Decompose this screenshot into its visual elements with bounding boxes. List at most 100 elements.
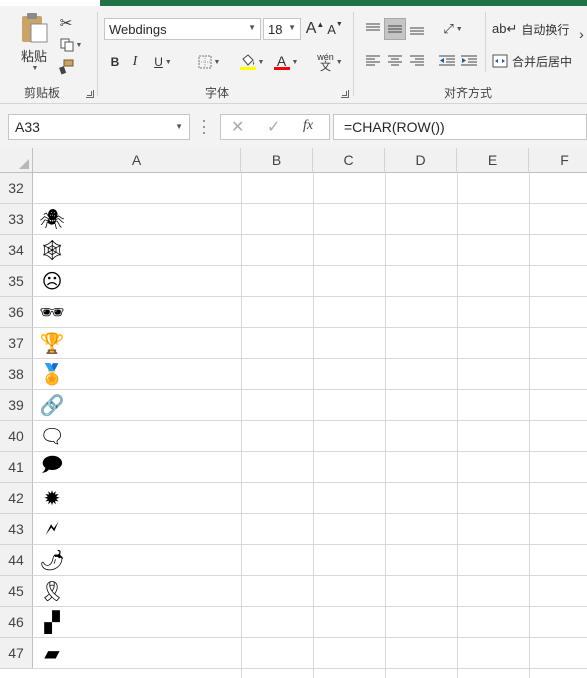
column-gridline <box>313 173 314 678</box>
column-header-f[interactable]: F <box>529 148 587 173</box>
row-header[interactable]: 32 <box>0 173 33 204</box>
decrease-indent-button[interactable] <box>436 50 458 72</box>
row-header[interactable]: 44 <box>0 545 33 576</box>
phonetic-button[interactable]: wén 文 ▼ <box>314 50 346 74</box>
formula-buttons: ✕ ✓ fx <box>220 114 330 140</box>
webdings-glyph-cell: 🎗 <box>39 580 65 603</box>
grow-font-button[interactable]: A ▲ <box>306 19 325 39</box>
italic-button[interactable]: I <box>126 51 144 73</box>
row-header[interactable]: 35 <box>0 266 33 297</box>
webdings-glyph-cell: 🗲 <box>45 517 59 540</box>
table-row[interactable] <box>33 514 587 545</box>
webdings-glyph-cell: 🌶 <box>39 549 65 572</box>
orientation-button[interactable]: ⤢ ▼ <box>438 18 468 40</box>
column-header-d[interactable]: D <box>385 148 457 173</box>
divider <box>353 12 354 96</box>
column-header-a[interactable]: A <box>33 148 241 173</box>
webdings-glyph-cell: 🕷 <box>39 208 65 231</box>
borders-button[interactable]: ▼ <box>194 51 224 73</box>
borders-icon <box>198 55 212 69</box>
wrap-text-button[interactable]: ab↵ 自动换行 <box>492 18 572 40</box>
webdings-glyph-cell: ▞ <box>44 611 60 634</box>
clipboard-launcher-icon[interactable] <box>86 90 94 98</box>
shrink-font-button[interactable]: A ▼ <box>326 19 344 39</box>
enter-icon[interactable]: ✓ <box>267 117 280 137</box>
table-row[interactable] <box>33 266 587 297</box>
table-row[interactable] <box>33 235 587 266</box>
chevron-down-icon: ▼ <box>335 58 343 66</box>
webdings-glyph-cell: 🏆 <box>39 332 65 355</box>
name-box[interactable]: A33 ▼ <box>8 114 190 140</box>
font-size-value: 18 <box>268 21 283 37</box>
select-all-button[interactable] <box>0 148 33 173</box>
column-header-c[interactable]: C <box>313 148 385 173</box>
table-row[interactable] <box>33 390 587 421</box>
font-name-combo[interactable]: Webdings ▼ <box>104 18 261 40</box>
row-header[interactable]: 38 <box>0 359 33 390</box>
row-header[interactable]: 40 <box>0 421 33 452</box>
row-header[interactable]: 47 <box>0 638 33 669</box>
table-row[interactable] <box>33 483 587 514</box>
format-painter-button[interactable] <box>56 58 76 76</box>
chevron-down-icon: ▼ <box>257 58 265 66</box>
column-gridline <box>241 173 242 678</box>
merge-center-button[interactable]: 合并后居中 <box>492 50 587 72</box>
table-row[interactable] <box>33 328 587 359</box>
align-bottom-button[interactable] <box>406 18 428 40</box>
cancel-icon[interactable]: ✕ <box>231 117 244 137</box>
column-header-e[interactable]: E <box>457 148 529 173</box>
ribbon-scroll-right-button[interactable]: › <box>576 26 587 42</box>
formula-bar: A33 ▼ ✕ ✓ fx =CHAR(ROW()) <box>0 104 587 148</box>
underline-button[interactable]: U ▼ <box>146 51 180 73</box>
row-header[interactable]: 45 <box>0 576 33 607</box>
clipboard-group-label: 剪贴板 <box>24 86 61 100</box>
paste-button[interactable]: 粘贴 ▼ <box>14 12 54 82</box>
copy-button[interactable]: ▼ <box>56 36 86 54</box>
row-header[interactable]: 43 <box>0 514 33 545</box>
row-header[interactable]: 34 <box>0 235 33 266</box>
worksheet-grid: A B C D E F 32 33 🕷 34 🕸 35 ☹ 36 🕶 37 🏆 38 🏅 39 🔗 40 🗨 41 🗩 42 ✹ 43… <box>0 148 587 678</box>
cut-button[interactable]: ✂ <box>56 14 76 32</box>
table-row[interactable] <box>33 545 587 576</box>
row-header[interactable]: 41 <box>0 452 33 483</box>
table-row[interactable] <box>33 421 587 452</box>
row-header[interactable]: 33 <box>0 204 33 235</box>
align-middle-button[interactable] <box>384 18 406 40</box>
font-size-combo[interactable]: 18 ▼ <box>263 18 301 40</box>
underline-label: U <box>154 55 163 69</box>
bold-button[interactable]: B <box>106 51 124 73</box>
paste-icon <box>22 13 48 43</box>
table-row[interactable] <box>33 173 587 204</box>
align-left-button[interactable] <box>362 50 384 72</box>
increase-indent-icon <box>461 55 477 66</box>
table-row[interactable] <box>33 638 587 669</box>
row-header[interactable]: 37 <box>0 328 33 359</box>
webdings-glyph-cell: ✹ <box>43 487 61 510</box>
align-right-button[interactable] <box>406 50 428 72</box>
column-gridline <box>457 173 458 678</box>
column-header-b[interactable]: B <box>241 148 313 173</box>
increase-indent-button[interactable] <box>458 50 480 72</box>
table-row[interactable] <box>33 607 587 638</box>
fill-color-button[interactable]: ▼ <box>236 51 268 73</box>
scissors-icon: ✂ <box>59 15 73 32</box>
divider <box>97 12 98 96</box>
insert-function-icon[interactable]: fx <box>303 118 313 134</box>
table-row[interactable] <box>33 576 587 607</box>
table-row[interactable] <box>33 204 587 235</box>
row-header[interactable]: 42 <box>0 483 33 514</box>
row-header[interactable]: 46 <box>0 607 33 638</box>
table-row[interactable] <box>33 359 587 390</box>
font-launcher-icon[interactable] <box>341 90 349 98</box>
align-center-button[interactable] <box>384 50 406 72</box>
row-header[interactable]: 36 <box>0 297 33 328</box>
align-bottom-icon <box>410 27 424 35</box>
alignment-group-label: 对齐方式 <box>444 86 493 100</box>
webdings-glyph-cell: 🏅 <box>39 363 65 386</box>
font-color-button[interactable]: A ▼ <box>270 51 302 73</box>
formula-input[interactable]: =CHAR(ROW()) <box>333 114 587 140</box>
align-top-button[interactable] <box>362 18 384 40</box>
row-header[interactable]: 39 <box>0 390 33 421</box>
table-row[interactable] <box>33 297 587 328</box>
table-row[interactable] <box>33 452 587 483</box>
